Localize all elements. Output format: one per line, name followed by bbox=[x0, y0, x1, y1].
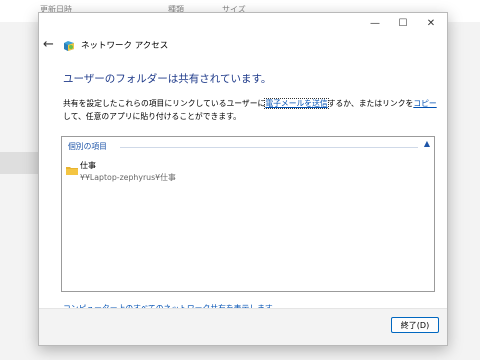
done-button[interactable]: 終了(D) bbox=[391, 317, 439, 333]
title-bar: — ☐ ✕ bbox=[39, 13, 447, 33]
nav-title: ネットワーク アクセス bbox=[81, 41, 169, 51]
network-access-dialog: — ☐ ✕ ← ネットワーク アクセス ユーザーのフォルダーは共有されています。… bbox=[38, 12, 448, 346]
maximize-button[interactable]: ☐ bbox=[389, 13, 417, 33]
send-email-link[interactable]: 電子メールを送信 bbox=[264, 98, 329, 109]
group-header-label[interactable]: 個別の項目 bbox=[68, 141, 107, 152]
minimize-button[interactable]: — bbox=[361, 13, 389, 33]
description-part2: するか、またはリンクを bbox=[327, 99, 414, 108]
navigation-bar: ← ネットワーク アクセス bbox=[39, 33, 447, 59]
dialog-footer: 終了(D) bbox=[39, 308, 447, 345]
description-part1: 共有を設定したこれらの項目にリンクしているユーザーに bbox=[63, 99, 266, 108]
close-button[interactable]: ✕ bbox=[417, 13, 445, 33]
network-share-icon bbox=[64, 41, 74, 51]
chevron-up-icon[interactable]: ▲ bbox=[424, 139, 430, 148]
background-selection-strip bbox=[0, 152, 38, 174]
copy-link[interactable]: コピー bbox=[413, 99, 436, 108]
item-name: 仕事 bbox=[80, 161, 96, 170]
back-arrow-icon[interactable]: ← bbox=[43, 37, 54, 52]
page-heading: ユーザーのフォルダーは共有されています。 bbox=[63, 73, 272, 85]
item-path: ¥¥Laptop-zephyrus¥仕事 bbox=[80, 173, 176, 182]
description-part3: して、任意のアプリに貼り付けることができます。 bbox=[63, 112, 241, 121]
shared-items-list[interactable]: 個別の項目 ▲ 仕事 ¥¥Laptop-zephyrus¥仕事 bbox=[61, 136, 435, 292]
description-text: 共有を設定したこれらの項目にリンクしているユーザーに電子メールを送信するか、また… bbox=[63, 97, 443, 123]
folder-icon bbox=[66, 167, 78, 175]
group-divider bbox=[120, 147, 418, 148]
list-item[interactable]: 仕事 ¥¥Laptop-zephyrus¥仕事 bbox=[66, 159, 206, 185]
